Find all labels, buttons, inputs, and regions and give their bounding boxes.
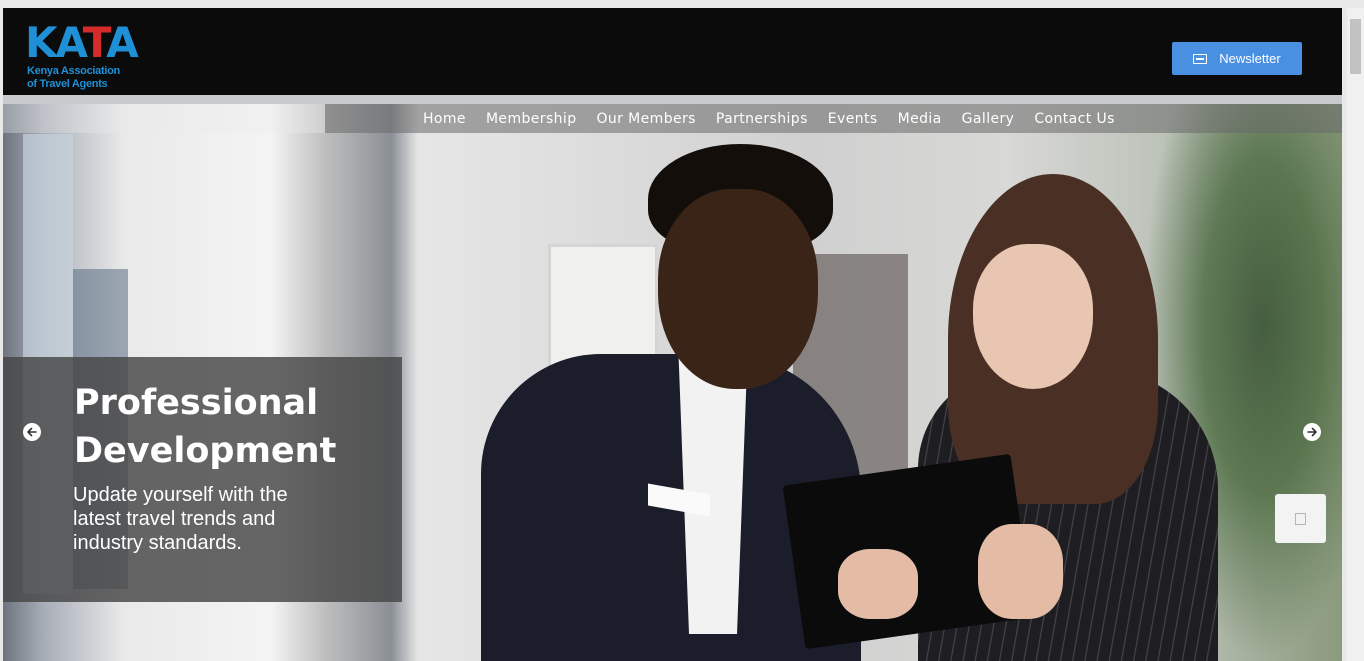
- arrow-right-icon: [1307, 427, 1317, 437]
- floating-action-button[interactable]: [1275, 494, 1326, 543]
- logo-line-1: Kenya Association: [27, 65, 120, 77]
- slide-caption: Professional Development Update yourself…: [3, 357, 402, 602]
- hero-slider: Home Membership Our Members Partnerships…: [3, 104, 1342, 661]
- main-nav: Home Membership Our Members Partnerships…: [3, 104, 1342, 133]
- arrow-left-icon: [27, 427, 37, 437]
- header-divider: [3, 95, 1342, 104]
- nav-backdrop-light: [3, 104, 325, 133]
- slider-prev-button[interactable]: [23, 423, 41, 441]
- nav-events[interactable]: Events: [828, 111, 878, 127]
- page: KATA Kenya Association of Travel Agents …: [3, 8, 1342, 661]
- nav-our-members[interactable]: Our Members: [596, 111, 695, 127]
- slider-next-button[interactable]: [1303, 423, 1321, 441]
- nav-membership[interactable]: Membership: [486, 111, 577, 127]
- nav-gallery[interactable]: Gallery: [962, 111, 1015, 127]
- nav-menu: Home Membership Our Members Partnerships…: [423, 104, 1115, 133]
- scrollbar-thumb[interactable]: [1350, 19, 1361, 74]
- nav-media[interactable]: Media: [898, 111, 942, 127]
- newsletter-label: Newsletter: [1219, 51, 1281, 66]
- square-icon: [1295, 512, 1306, 525]
- nav-home[interactable]: Home: [423, 111, 466, 127]
- slide-title-line2: Development: [74, 431, 337, 471]
- site-header: KATA Kenya Association of Travel Agents …: [3, 8, 1342, 95]
- woman-hand: [978, 524, 1063, 619]
- newsletter-button[interactable]: Newsletter: [1172, 42, 1302, 75]
- logo-mark: KATA: [25, 18, 139, 67]
- newsletter-icon: [1193, 53, 1208, 64]
- man-hand: [838, 549, 918, 619]
- nav-contact-us[interactable]: Contact Us: [1034, 111, 1114, 127]
- logo-line-2: of Travel Agents: [27, 78, 108, 90]
- slide-text: Update yourself with the latest travel t…: [73, 484, 288, 554]
- slide-title: Professional Development: [74, 379, 394, 475]
- kata-logo[interactable]: KATA Kenya Association of Travel Agents: [25, 18, 139, 92]
- woman-face: [973, 244, 1093, 389]
- nav-partnerships[interactable]: Partnerships: [716, 111, 808, 127]
- page-scrollbar[interactable]: [1347, 8, 1364, 661]
- slide-title-line1: Professional: [74, 383, 319, 423]
- man-head: [658, 189, 818, 389]
